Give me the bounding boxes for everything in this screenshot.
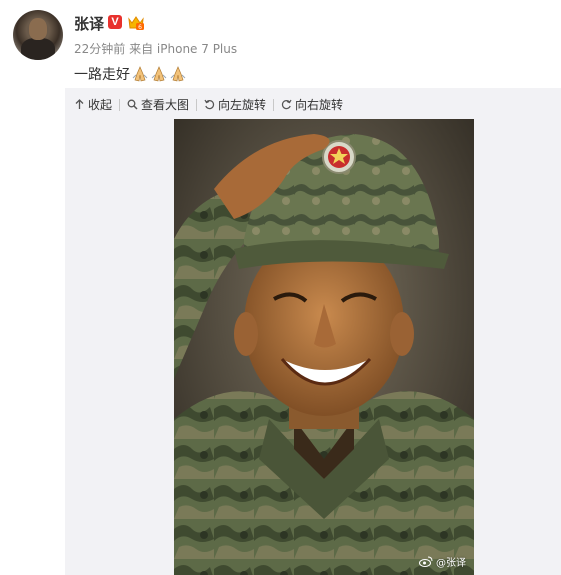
view-large-button[interactable]: 查看大图 [127, 96, 189, 113]
photo-illustration [174, 119, 474, 575]
media-toolbar: 收起 查看大图 向左旋转 向右旋转 [74, 96, 343, 113]
post-meta: 22分钟前 来自 iPhone 7 Plus [74, 40, 237, 57]
post-time[interactable]: 22分钟前 [74, 42, 125, 56]
avatar-figure [21, 38, 55, 60]
rotate-right-icon [281, 99, 292, 110]
toolbar-divider [196, 98, 198, 111]
rotate-left-button[interactable]: 向左旋转 [204, 96, 266, 113]
verified-badge-icon[interactable]: V [108, 15, 122, 29]
post-text: 一路走好 [74, 67, 130, 83]
rotate-left-label: 向左旋转 [218, 98, 267, 112]
post-source[interactable]: 来自 iPhone 7 Plus [129, 42, 237, 56]
collapse-button[interactable]: 收起 [74, 96, 112, 113]
pray-hands-icon [132, 66, 148, 82]
author-name[interactable]: 张译 [74, 13, 104, 34]
rotate-right-button[interactable]: 向右旋转 [281, 96, 343, 113]
pray-hands-icon [170, 66, 186, 82]
search-icon [127, 99, 138, 110]
avatar-face [29, 18, 47, 40]
image-watermark: @张译 [419, 554, 466, 569]
svg-text:6: 6 [138, 24, 142, 31]
rotate-left-icon [204, 99, 215, 110]
post-content: 一路走好 [74, 64, 187, 84]
toolbar-divider [119, 98, 121, 111]
vip-crown-icon[interactable]: 6 [127, 14, 145, 31]
weibo-post: 张译 V 6 22分钟前 来自 iPhone 7 Plus 一路走好 收起 查看… [0, 0, 561, 575]
expanded-media: 收起 查看大图 向左旋转 向右旋转 @张译 [65, 88, 561, 575]
view-large-label: 查看大图 [141, 98, 190, 112]
toolbar-divider [273, 98, 275, 111]
avatar[interactable] [13, 10, 63, 60]
pray-hands-icon [151, 66, 167, 82]
watermark-text: @张译 [436, 558, 466, 569]
weibo-logo-icon [419, 556, 433, 567]
post-photo[interactable]: @张译 [174, 119, 474, 575]
collapse-label: 收起 [88, 98, 113, 112]
collapse-icon [75, 99, 84, 109]
rotate-right-label: 向右旋转 [295, 98, 344, 112]
